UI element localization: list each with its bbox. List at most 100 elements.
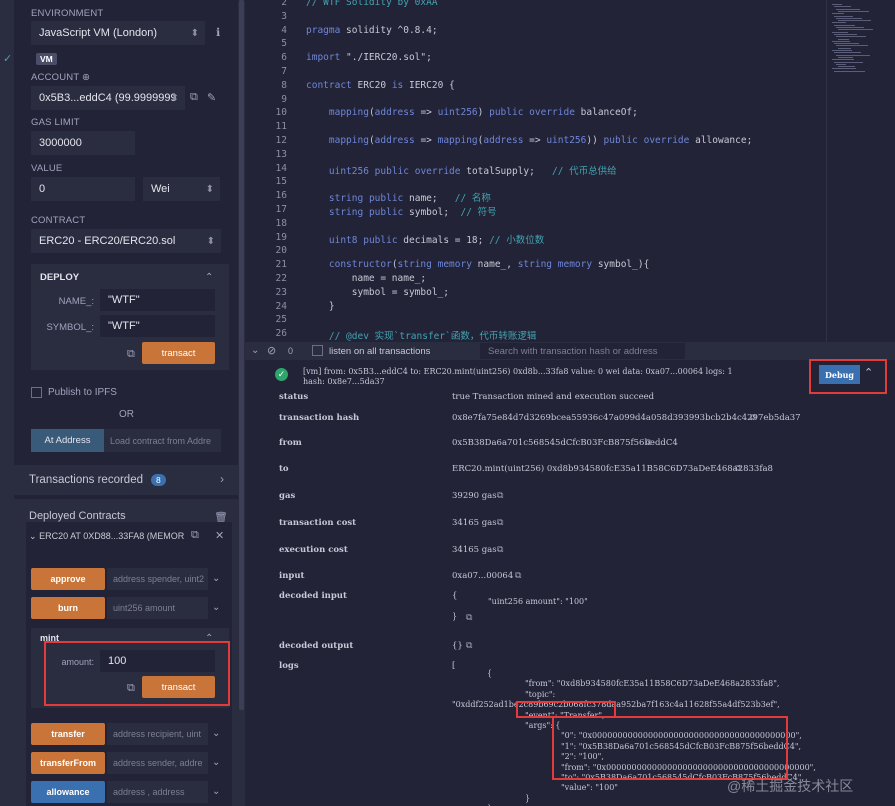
log-line: "from": "0xd8b934580fcE35a11B58C6D73aDeE… [525,679,780,689]
fn-transferfrom-input[interactable]: address sender, addre [107,752,208,774]
symbol-param-input[interactable]: "WTF" [100,315,215,337]
value-unit-select[interactable]: Wei [143,177,220,201]
copy-field-icon[interactable]: ⧉ [497,517,503,528]
minimap-line [838,56,853,58]
fn-burn-button[interactable]: burn [31,597,105,619]
terminal-output: ✓ [vm] from: 0x5B3...eddC4 to: ERC20.min… [245,359,895,806]
transfer-expand-icon[interactable]: ⌄ [212,728,220,739]
copy-field-icon[interactable]: ⧉ [750,412,756,423]
line-number: 3 [281,10,287,22]
code-line[interactable]: mapping(address => uint256) public overr… [306,107,638,118]
listen-checkbox[interactable] [312,345,323,356]
approve-expand-icon[interactable]: ⌄ [212,573,220,584]
transactions-recorded-label: Transactions recorded [29,474,143,486]
code-line[interactable]: } [306,301,335,312]
code-line[interactable]: uint256 public override totalSupply; // … [306,163,617,177]
copy-field-icon[interactable]: ⧉ [645,437,651,448]
code-line[interactable]: name = name_; [306,273,426,284]
tx-field-value: 0x8e7fa75e84d7d3269bcea55936c47a099d4a05… [452,413,801,423]
code-line[interactable]: string public symbol; // 符号 [306,204,497,218]
load-contract-input[interactable]: Load contract from Addre [104,429,221,452]
minimap-line [836,8,860,10]
transferfrom-expand-icon[interactable]: ⌄ [212,757,220,768]
tx-field-key: gas [279,491,296,501]
copy-calldata-icon[interactable]: ⧉ [127,348,135,361]
deploy-transact-button[interactable]: transact [142,342,215,364]
fn-approve-input[interactable]: address spender, uint2 [107,568,208,590]
minimap-line [838,20,871,22]
contract-select[interactable]: ERC20 - ERC20/ERC20.sol [31,229,221,253]
tx-summary-line-1[interactable]: [vm] from: 0x5B3...eddC4 to: ERC20.mint(… [303,367,733,376]
add-account-icon[interactable]: ⊕ [82,72,90,83]
line-number: 23 [275,286,287,298]
allowance-expand-icon[interactable]: ⌄ [212,786,220,797]
gas-limit-input[interactable]: 3000000 [31,131,135,155]
code-line[interactable]: // @dev 实现`transfer`函数，代币转账逻辑 [306,328,536,342]
line-gutter: 2 3 4 5 6 7 8 9 10 11 12 13 14 15 16 17 18 19 20 21 22 23 24 25… [245,0,305,342]
deploy-collapse-icon[interactable]: ⌃ [205,272,213,283]
fn-allowance-input[interactable]: address , address [107,781,208,803]
collapse-terminal-icon[interactable]: ⌄ [251,345,259,356]
value-amount-input[interactable]: 0 [31,177,135,201]
line-number: 12 [275,135,287,146]
code-line[interactable]: pragma solidity ^0.8.4; [306,25,438,36]
tx-field-value: 34165 gas [452,518,497,528]
account-select[interactable]: 0x5B3...eddC4 (99.9999999 [31,86,185,110]
name-param-input[interactable]: "WTF" [100,289,215,311]
minimap-line [832,59,854,61]
code-line[interactable]: mapping(address => mapping(address => ui… [306,135,752,146]
fn-transferfrom-button[interactable]: transferFrom [31,752,105,774]
fn-transfer-input[interactable]: address recipient, uint [107,723,208,745]
copy-decoded-output-icon[interactable]: ⧉ [466,640,472,651]
code-line[interactable]: constructor(string memory name_, string … [306,259,649,270]
close-instance-icon[interactable]: ✕ [215,529,224,542]
minimap-line [832,4,842,5]
tx-field-key: from [279,438,302,448]
minimap-line [834,70,865,72]
transactions-chevron-icon[interactable]: › [220,474,224,486]
copy-field-icon[interactable]: ⧉ [497,544,503,555]
tx-field-key: status [279,392,309,402]
minimap[interactable] [830,0,892,80]
code-line[interactable]: // WTF Solidity by 0xAA [306,0,438,8]
code-editor[interactable]: 2 3 4 5 6 7 8 9 10 11 12 13 14 15 16 17 18 19 20 21 22 23 24 25… [245,0,895,342]
minimap-line [838,47,851,49]
tx-field-key: transaction cost [279,518,357,528]
copy-account-icon[interactable]: ⧉ [190,91,198,104]
burn-expand-icon[interactable]: ⌄ [212,602,220,613]
edit-account-icon[interactable]: ✎ [207,91,216,104]
minimap-line [832,40,850,42]
copy-instance-icon[interactable]: ⧉ [191,529,199,542]
code-line[interactable]: uint8 public decimals = 18; // 小数位数 [306,232,544,246]
transactions-count-badge: 8 [151,474,166,486]
code-line[interactable]: import "./IERC20.sol"; [306,52,432,63]
ipfs-checkbox[interactable] [31,387,42,398]
fn-approve-button[interactable]: approve [31,568,105,590]
at-address-button[interactable]: At Address [31,429,104,452]
transactions-recorded-bar[interactable]: Transactions recorded 8 › [14,465,238,495]
minimap-line [838,10,869,12]
minimap-line [834,43,859,45]
tx-field-key: transaction hash [279,413,360,423]
panel-scrollbar-thumb[interactable] [239,0,244,710]
terminal-toolbar: ⌄ ⊘ 0 listen on all transactions Search … [245,342,895,360]
code-line[interactable]: string public name; // 名称 [306,190,491,204]
fn-burn-input[interactable]: uint256 amount [107,597,208,619]
copy-decoded-input-icon[interactable]: ⧉ [466,612,472,623]
info-icon[interactable]: ℹ [216,26,220,39]
environment-select[interactable]: JavaScript VM (London) [31,21,205,45]
deploy-header: DEPLOY [40,272,80,283]
deployed-contracts-label: Deployed Contracts [29,510,126,522]
clear-console-icon[interactable]: ⊘ [267,344,276,357]
copy-field-icon[interactable]: ⧉ [497,490,503,501]
copy-field-icon[interactable]: ⧉ [515,570,521,581]
fn-allowance-button[interactable]: allowance [31,781,105,803]
instance-chevron-icon[interactable]: ⌄ [29,531,37,541]
code-line[interactable]: contract ERC20 is IERC20 { [306,80,455,91]
code-line[interactable]: symbol = symbol_; [306,287,449,298]
tx-field-value: 34165 gas [452,545,497,555]
fn-transfer-button[interactable]: transfer [31,723,105,745]
instance-title[interactable]: ⌄ ERC20 AT 0XD88...33FA8 (MEMOR [29,531,184,542]
tx-search-input[interactable]: Search with transaction hash or address [480,343,685,359]
copy-field-icon[interactable]: ⧉ [735,463,741,474]
